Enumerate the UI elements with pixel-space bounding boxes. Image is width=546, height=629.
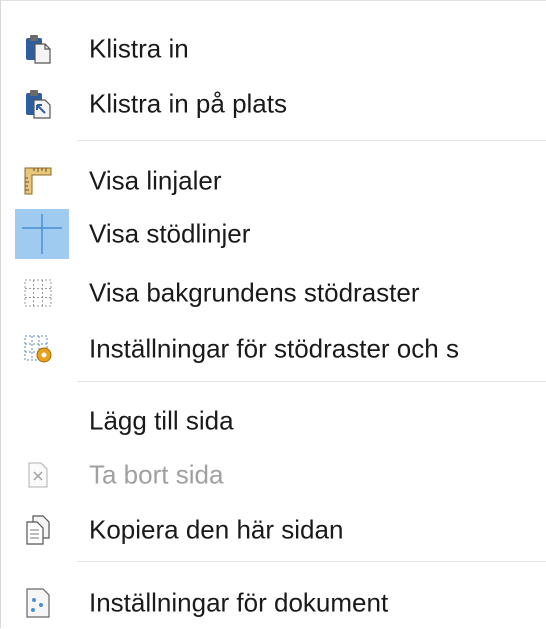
guides-icon [15,209,69,259]
ruler-icon [21,164,55,198]
copy-page-icon [21,513,55,547]
menu-item-document-settings[interactable]: Inställningar för dokument [1,577,546,629]
paste-icon [21,32,55,66]
context-menu: Klistra in Klistra in på plats Visa linj… [0,0,546,628]
menu-item-add-page[interactable]: Lägg till sida [1,395,546,447]
document-settings-icon [21,586,55,620]
menu-item-paste[interactable]: Klistra in [1,23,546,75]
paste-in-place-icon [21,87,55,121]
menu-item-paste-in-place[interactable]: Klistra in på plats [1,78,546,130]
grid-settings-icon [21,332,55,366]
delete-page-icon [21,458,55,492]
menu-item-show-guides[interactable]: Visa stödlinjer [1,208,546,260]
menu-item-label: Visa bakgrundens stödraster [89,277,420,308]
menu-item-delete-page: Ta bort sida [1,449,546,501]
menu-item-label: Kopiera den här sidan [89,514,344,545]
menu-item-label: Inställningar för dokument [89,587,389,618]
menu-item-show-background-grid[interactable]: Visa bakgrundens stödraster [1,267,546,319]
menu-item-label: Klistra in [89,33,189,64]
menu-item-label: Lägg till sida [89,405,234,436]
menu-item-show-rulers[interactable]: Visa linjaler [1,155,546,207]
menu-item-label: Visa stödlinjer [89,218,251,249]
menu-item-label: Ta bort sida [89,459,224,490]
menu-item-grid-settings[interactable]: Inställningar för stödraster och s [1,323,546,375]
menu-item-label: Inställningar för stödraster och s [89,333,459,364]
menu-item-copy-page[interactable]: Kopiera den här sidan [1,504,546,556]
grid-icon [21,276,55,310]
menu-item-label: Visa linjaler [89,165,222,196]
menu-separator [77,381,546,382]
menu-separator [77,140,546,141]
menu-separator [77,561,546,562]
menu-item-label: Klistra in på plats [89,88,287,119]
